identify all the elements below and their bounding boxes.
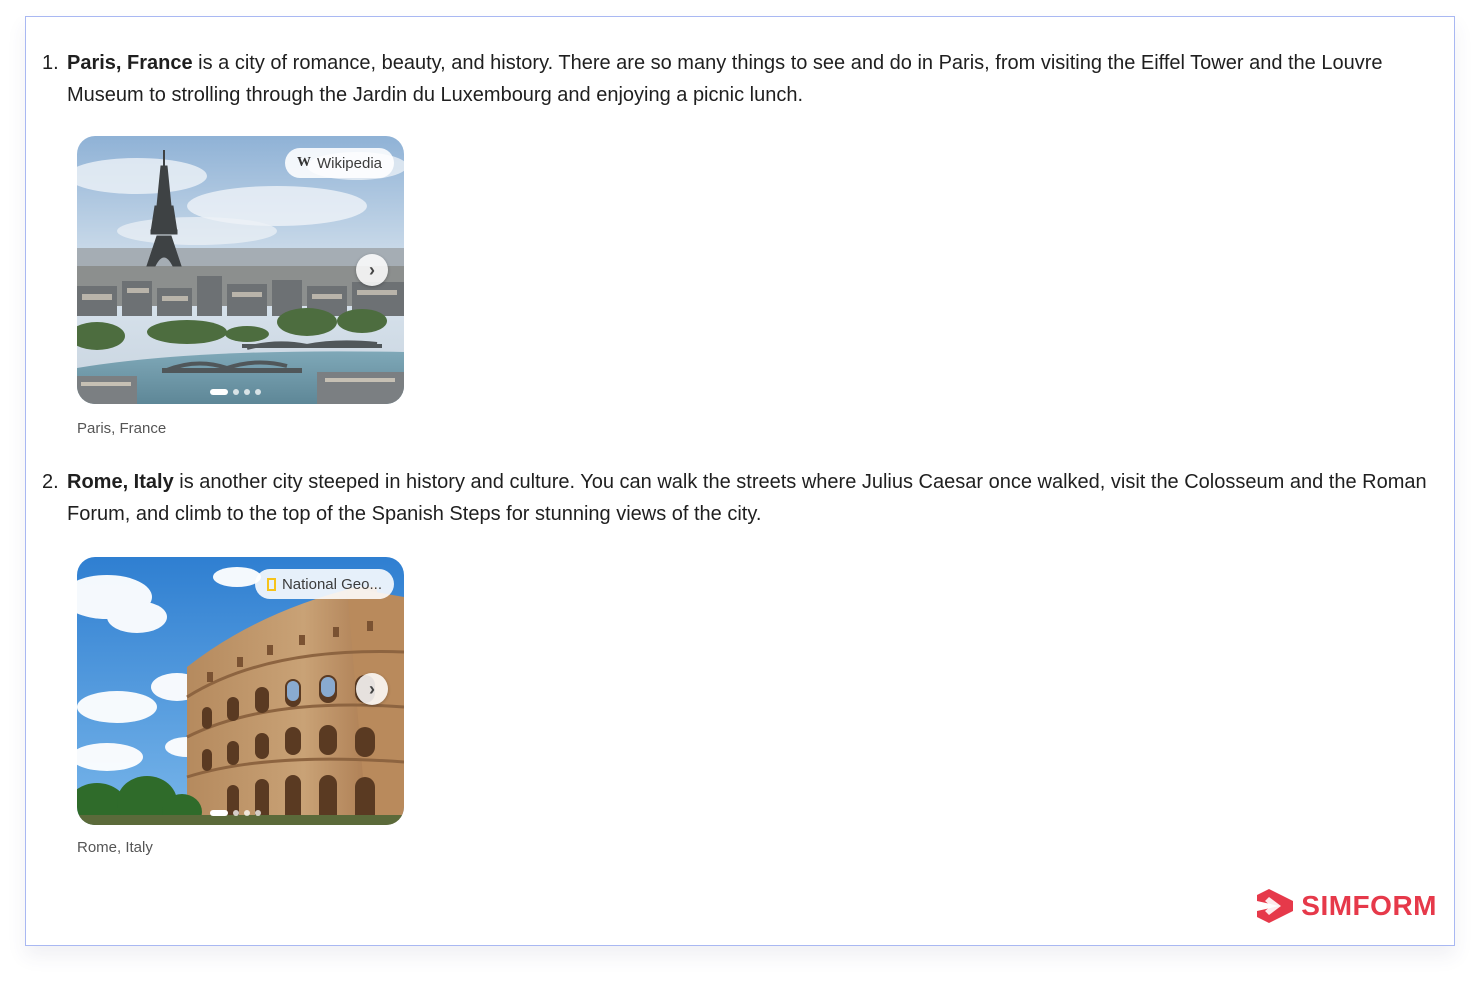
image-caption: Rome, Italy (77, 839, 153, 856)
item-number: 1. (42, 52, 59, 74)
carousel-dot[interactable] (255, 810, 261, 816)
next-image-button[interactable]: › (356, 254, 388, 286)
item-text: is another city steeped in history and c… (67, 471, 1427, 525)
item-number: 2. (42, 471, 59, 493)
list-item-paris: 1. Paris, France is a city of romance, b… (42, 47, 1442, 437)
brand-name: SIMFORM (1301, 890, 1437, 921)
source-label: National Geo... (281, 575, 382, 593)
simform-logo-icon (1257, 889, 1294, 923)
carousel-dot[interactable] (244, 389, 250, 395)
item-title: Paris, France (67, 52, 193, 74)
carousel-dot[interactable] (233, 810, 239, 816)
item-paragraph: 2. Rome, Italy is another city steeped i… (42, 466, 1442, 530)
next-image-button[interactable]: › (356, 673, 388, 705)
simform-logo: SIMFORM (1255, 887, 1437, 925)
carousel-dot[interactable] (233, 389, 239, 395)
carousel-dots (210, 389, 261, 395)
carousel-dot-active[interactable] (210, 389, 228, 395)
item-title: Rome, Italy (67, 471, 174, 493)
response-panel: 1. Paris, France is a city of romance, b… (25, 16, 1455, 946)
carousel-dots (210, 810, 261, 816)
item-text: is a city of romance, beauty, and histor… (67, 52, 1383, 106)
carousel-dot[interactable] (244, 810, 250, 816)
wikipedia-icon: W (296, 155, 311, 170)
image-caption: Paris, France (77, 420, 167, 437)
carousel-dot-active[interactable] (210, 810, 228, 816)
chevron-right-icon: › (369, 259, 375, 280)
source-chip[interactable]: National Geo... (254, 569, 394, 599)
item-paragraph: 1. Paris, France is a city of romance, b… (42, 47, 1442, 111)
source-label: Wikipedia (316, 154, 382, 172)
national-geographic-icon (266, 577, 276, 591)
list-item-rome: 2. Rome, Italy is another city steeped i… (42, 466, 1442, 856)
image-carousel-rome[interactable]: National Geo... › (77, 557, 404, 825)
image-carousel-paris[interactable]: W Wikipedia › (77, 136, 404, 404)
chevron-right-icon: › (369, 678, 375, 699)
carousel-dot[interactable] (255, 389, 261, 395)
source-chip[interactable]: W Wikipedia (284, 148, 394, 178)
